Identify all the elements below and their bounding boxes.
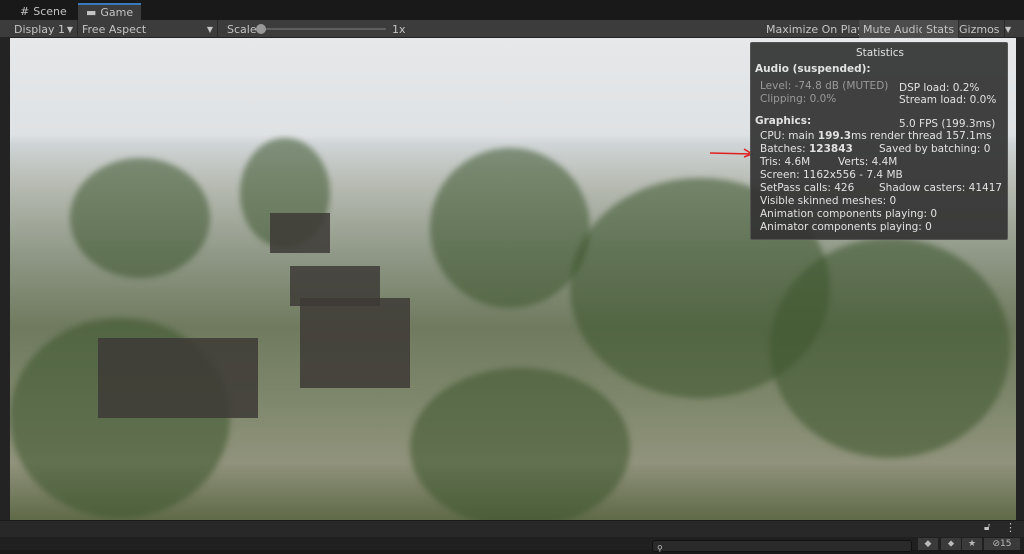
right-panel-edge [1016, 38, 1024, 520]
tree [430, 148, 590, 308]
stream-load: Stream load: 0.0% [899, 94, 997, 106]
tab-game[interactable]: ▬ Game [78, 3, 141, 20]
tree [70, 158, 210, 278]
dsp-load: DSP load: 0.2% [899, 82, 980, 94]
house [300, 298, 410, 388]
stats-title: Statistics [856, 47, 904, 59]
mute-audio-button[interactable]: Mute Audio [859, 20, 931, 38]
search-icon: ⚲ [657, 544, 663, 553]
eye-slash-icon: ⊘ [992, 539, 1001, 549]
scale-label: Scale [227, 22, 257, 36]
display-dropdown[interactable]: Display 1 ▼ [10, 20, 78, 38]
batches: Batches: 123843 [760, 143, 853, 155]
audio-level: Level: -74.8 dB (MUTED) [760, 80, 889, 92]
house [290, 266, 380, 306]
audio-clipping: Clipping: 0.0% [760, 93, 837, 105]
tab-scene[interactable]: # Scene [12, 3, 75, 20]
animator-components: Animator components playing: 0 [760, 221, 932, 233]
graphics-header: Graphics: [755, 115, 812, 127]
gizmos-button[interactable]: Gizmos [955, 20, 1005, 38]
game-toolbar: Display 1 ▼ Free Aspect ▼ Scale 1x Maximiz… [0, 20, 1024, 38]
statistics-panel: Statistics Audio (suspended): Level: -74… [750, 42, 1008, 240]
chevron-down-icon: ▼ [206, 24, 213, 34]
saved-by-batching: Saved by batching: 0 [879, 143, 991, 155]
setpass-calls: SetPass calls: 426 [760, 182, 855, 194]
animation-components: Animation components playing: 0 [760, 208, 938, 220]
lock-icon[interactable]: 🔓︎ [984, 522, 990, 533]
maximize-on-play-button[interactable]: Maximize On Play [762, 20, 869, 38]
bottom-panel-header: 🔓︎ ⋮ [0, 520, 1024, 537]
tree [770, 238, 1010, 458]
search-input[interactable]: ⚲ [652, 540, 912, 553]
screen: Screen: 1162x556 - 7.4 MB [760, 169, 903, 181]
aspect-dropdown[interactable]: Free Aspect ▼ [78, 20, 218, 38]
filter-by-label-icon[interactable]: ⬥ [941, 538, 961, 550]
fps: 5.0 FPS (199.3ms) [899, 118, 996, 130]
chevron-down-icon: ▼ [66, 24, 73, 34]
gizmos-dropdown-icon[interactable]: ▼ [1001, 20, 1015, 38]
left-panel-edge [0, 38, 10, 520]
verts: Verts: 4.4M [838, 156, 898, 168]
filter-by-type-icon[interactable]: ◆ [918, 538, 938, 550]
hidden-packages-toggle[interactable]: ⊘15 [984, 538, 1020, 550]
grid-icon: # [20, 5, 30, 18]
scale-slider-handle[interactable] [256, 24, 266, 34]
tris: Tris: 4.6M [760, 156, 811, 168]
shadow-casters: Shadow casters: 41417 [879, 182, 1003, 194]
scale-slider[interactable] [258, 28, 386, 30]
gamepad-icon: ▬ [86, 6, 97, 19]
more-options-icon[interactable]: ⋮ [1005, 521, 1016, 534]
favorites-star-icon[interactable]: ★ [962, 538, 982, 550]
tree [410, 368, 630, 520]
skinned-meshes: Visible skinned meshes: 0 [760, 195, 897, 207]
stats-button[interactable]: Stats [922, 20, 960, 38]
tab-bar: # Scene ▬ Game [0, 0, 1024, 20]
cpu-stats: CPU: main 199.3ms render thread 157.1ms [760, 130, 992, 142]
house [270, 213, 330, 253]
scale-value: 1x [392, 22, 406, 36]
house [98, 338, 258, 418]
red-annotation-arrow [710, 148, 754, 158]
audio-header: Audio (suspended): [755, 63, 871, 75]
